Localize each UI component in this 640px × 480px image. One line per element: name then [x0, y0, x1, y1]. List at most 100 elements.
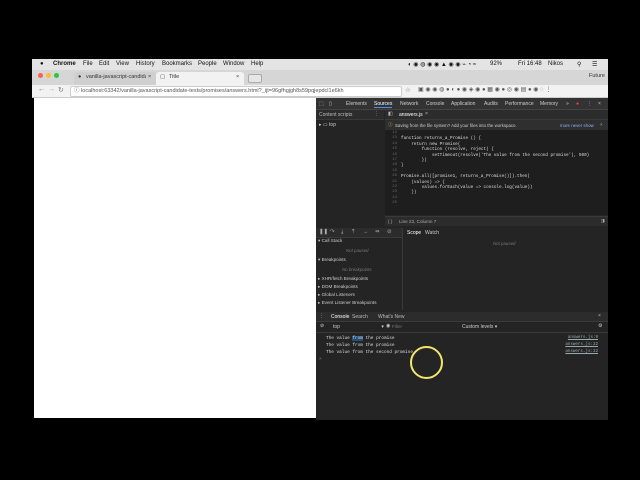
tab-network[interactable]: Network: [400, 101, 418, 107]
frame-icon: ▭: [322, 122, 328, 128]
user-name[interactable]: Nikos: [548, 61, 563, 67]
code-line: setTimeout(resolve('The value from the s…: [401, 152, 590, 158]
deactivate-breakpoints-icon[interactable]: ⇏: [375, 229, 380, 235]
menu-bookmarks[interactable]: Bookmarks: [162, 61, 192, 67]
debugger-toolbar: ❚❚ ↷ ⤓ ⤒ → ⇏ ⊘: [316, 228, 402, 238]
close-notice-icon[interactable]: ×: [600, 122, 603, 127]
zoom-window-button[interactable]: [54, 73, 59, 78]
tab-performance[interactable]: Performance: [505, 101, 534, 107]
dropdown-arrow-icon: ▾: [381, 324, 384, 330]
console-toolbar: ⊘ top ▾ ◉ Custom levels ▾ ⚙: [316, 322, 608, 333]
drawer-tab-console[interactable]: Console: [331, 314, 349, 320]
apple-icon[interactable]: ●: [40, 61, 44, 67]
section-breakpoints[interactable]: ▾ Breakpoints: [318, 257, 346, 265]
log-levels-select[interactable]: Custom levels ▾: [462, 324, 497, 330]
section-global-listeners[interactable]: ▸ Global Listeners: [318, 292, 355, 300]
tab-audits[interactable]: Audits: [484, 101, 498, 107]
extension-icons[interactable]: ▣ ◉ ◉ ◍ ● ◐ ● ◉ ◈ ◉ ● ▦ ◉ ● ◎ ◉ ▤ ● ◉ ◌ …: [418, 86, 551, 93]
pretty-print-icon[interactable]: { }: [388, 219, 392, 224]
step-into-icon[interactable]: ⤓: [341, 229, 343, 236]
close-drawer-icon[interactable]: ×: [598, 313, 601, 319]
tab-application[interactable]: Application: [451, 101, 475, 107]
tab-memory[interactable]: Memory: [540, 101, 558, 107]
battery-level: 92%: [490, 61, 503, 67]
bookmark-star-icon[interactable]: ☆: [405, 86, 411, 94]
navigator-tab-content-scripts[interactable]: Content scripts: [319, 112, 352, 118]
toggle-navigator-icon[interactable]: ◧: [388, 111, 393, 117]
close-devtools-icon[interactable]: ×: [598, 101, 601, 107]
eye-icon[interactable]: ◉: [386, 323, 390, 329]
menu-people[interactable]: People: [198, 61, 217, 67]
page-viewport[interactable]: [34, 98, 316, 418]
context-selector[interactable]: top ▾: [333, 324, 384, 330]
tab-elements[interactable]: Elements: [346, 101, 367, 107]
debugger-sidebar: ▾ Call Stack Not paused ▾ Breakpoints No…: [316, 238, 402, 310]
console-prompt[interactable]: >: [319, 357, 322, 362]
devtools-menu-icon[interactable]: ⋮: [587, 101, 592, 107]
close-window-button[interactable]: [38, 73, 43, 78]
step-out-icon[interactable]: ⤒: [352, 229, 354, 236]
section-call-stack[interactable]: ▾ Call Stack: [318, 238, 342, 246]
console-filter-input[interactable]: [392, 323, 454, 329]
tab-watch[interactable]: Watch: [425, 230, 439, 236]
clock: Fri 16:48: [518, 61, 542, 67]
inspect-icon[interactable]: ⬚: [319, 101, 324, 107]
console-source-link[interactable]: answers.js:22: [565, 343, 598, 347]
expand-arrow-icon: ▸: [319, 122, 322, 128]
address-bar[interactable]: ⓘ localhost:63342/vanilla-javascript-can…: [70, 86, 402, 97]
minimize-window-button[interactable]: [46, 73, 51, 78]
spotlight-icon[interactable]: ⚲: [577, 61, 581, 68]
toggle-debugger-icon[interactable]: ◨: [601, 218, 605, 224]
step-over-icon[interactable]: ↷: [330, 229, 335, 235]
drawer-tab-search[interactable]: Search: [352, 314, 368, 320]
menu-help[interactable]: Help: [251, 61, 263, 67]
profile-name[interactable]: Future: [589, 73, 605, 79]
navigator-top-frame[interactable]: ▸ ▭ top: [319, 122, 336, 128]
menu-history[interactable]: History: [136, 61, 155, 67]
address-url: localhost:63342/vanilla-javascript-candi…: [81, 88, 344, 94]
code-content[interactable]: function returns_a_Promise () { return n…: [401, 131, 589, 207]
close-file-icon[interactable]: ×: [425, 111, 428, 117]
error-badge-icon[interactable]: ●: [576, 101, 579, 107]
tab-scope[interactable]: Scope: [407, 230, 421, 236]
step-icon[interactable]: →: [363, 229, 368, 235]
drawer-menu-icon[interactable]: ⋮: [319, 313, 324, 319]
console-settings-icon[interactable]: ⚙: [598, 323, 602, 329]
menu-edit[interactable]: Edit: [99, 61, 109, 67]
notification-center-icon[interactable]: ☰: [592, 61, 597, 68]
pause-icon[interactable]: ❚❚: [319, 229, 328, 235]
drawer-tab-whats-new[interactable]: What's New: [378, 314, 405, 320]
pause-on-exceptions-icon[interactable]: ⊘: [387, 229, 392, 235]
tab-console[interactable]: Console: [426, 101, 444, 107]
menubar-app-name[interactable]: Chrome: [53, 61, 76, 67]
code-editor[interactable]: 12 13 14 15 16 17 18 19 20 21 22 23 24 25 function re…: [385, 130, 608, 215]
tab-title[interactable]: ▢ Title ×: [156, 72, 244, 85]
tab-sources[interactable]: Sources: [374, 101, 393, 108]
console-source-link[interactable]: answers.js:9: [568, 336, 598, 340]
info-icon[interactable]: ⓘ: [74, 88, 80, 94]
tab-github[interactable]: ● vanilla-javascript-candidate-te ×: [74, 72, 156, 85]
menu-view[interactable]: View: [116, 61, 129, 67]
menu-window[interactable]: Window: [223, 61, 244, 67]
forward-icon[interactable]: →: [48, 86, 55, 93]
new-tab-button[interactable]: [248, 74, 262, 83]
notice-links[interactable]: more never show: [560, 123, 594, 128]
reload-icon[interactable]: ↻: [58, 86, 64, 94]
close-tab-icon[interactable]: ×: [236, 74, 239, 80]
console-output[interactable]: The value from the promise answers.js:9 …: [316, 333, 608, 420]
close-tab-icon[interactable]: ×: [148, 74, 151, 80]
section-xhr-breakpoints[interactable]: ▸ XHR/fetch Breakpoints: [318, 276, 368, 284]
clear-console-icon[interactable]: ⊘: [320, 323, 324, 329]
console-message: The value from the second promise: [326, 350, 413, 355]
editor-file-tab[interactable]: answers.js: [399, 112, 423, 118]
back-icon[interactable]: ←: [38, 86, 45, 93]
device-toolbar-icon[interactable]: ▯: [329, 101, 332, 107]
navigator-more-icon[interactable]: ⋮: [374, 111, 379, 117]
more-tabs-icon[interactable]: »: [566, 101, 569, 107]
section-event-listener-breakpoints[interactable]: ▸ Event Listener Breakpoints: [318, 300, 377, 308]
menu-file[interactable]: File: [83, 61, 93, 67]
section-dom-breakpoints[interactable]: ▸ DOM Breakpoints: [318, 284, 358, 292]
line-number[interactable]: 25: [385, 201, 397, 206]
console-source-link[interactable]: answers.js:22: [565, 350, 598, 354]
